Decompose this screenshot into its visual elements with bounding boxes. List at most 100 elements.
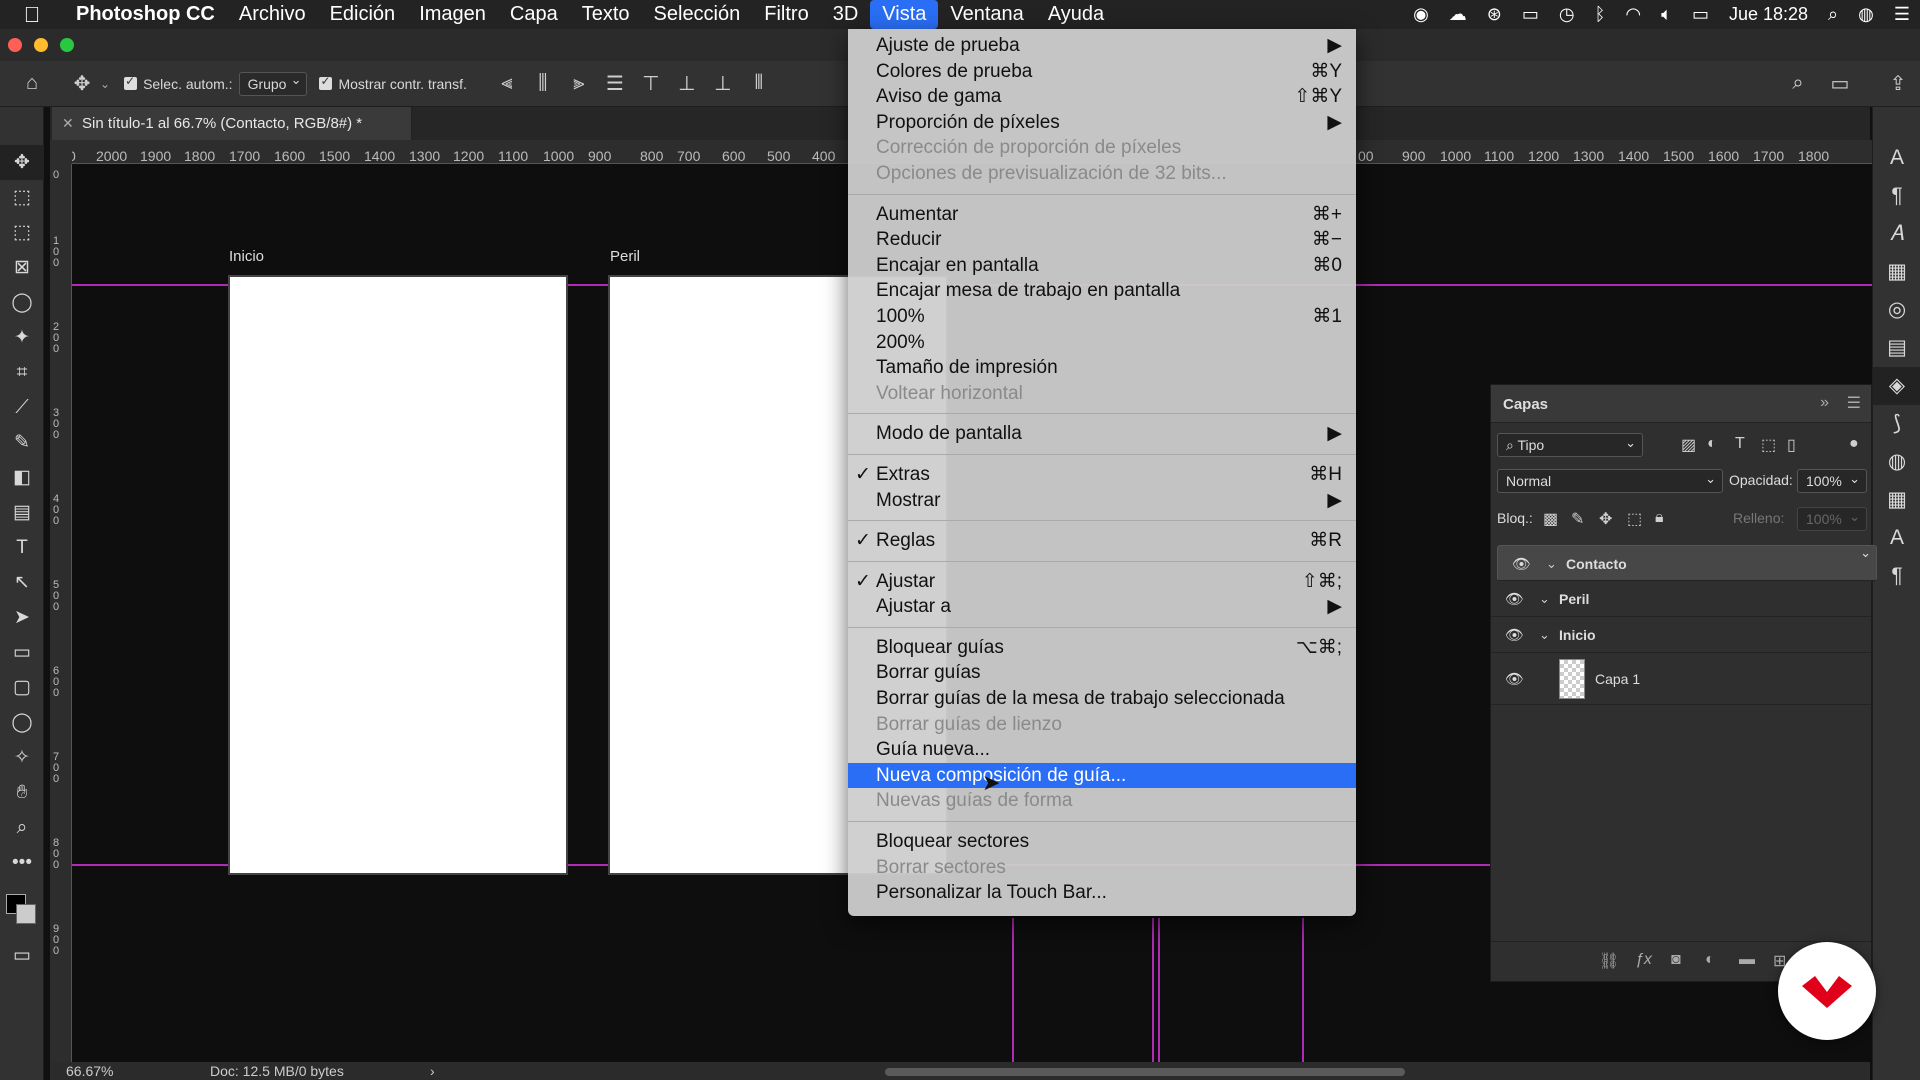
chevron-down-icon[interactable]: ⌄ [1539, 591, 1550, 607]
menu-item[interactable]: Bloquear guías ⌥⌘; [848, 635, 1356, 661]
blend-mode-dropdown[interactable]: Normal [1497, 468, 1723, 493]
color-panel-icon[interactable]: ◍ [1873, 443, 1920, 481]
panel-menu-icon[interactable]: ☰ [1847, 393, 1861, 413]
menu-archivo[interactable]: Archivo [227, 0, 318, 29]
guide-vertical[interactable] [1158, 918, 1160, 1064]
lock-transparency-icon[interactable]: ▩ [1543, 509, 1558, 529]
brush-tool-icon[interactable]: ✎ [0, 425, 44, 460]
character-styles-icon[interactable]: A [1873, 519, 1920, 557]
glyphs-panel-icon[interactable]: 𝐴 [1873, 215, 1920, 253]
wifi-icon[interactable]: ◠ [1615, 4, 1651, 25]
menu-item[interactable]: Modo de pantalla ▶ [848, 421, 1356, 447]
move-tool-icon[interactable]: ✥ [64, 71, 100, 96]
menu-item[interactable]: Ajuste de prueba ▶ [848, 33, 1356, 59]
layers-panel-title[interactable]: Capas [1503, 396, 1548, 413]
layer-group-contacto[interactable]: 👁︎ ⌄ Contacto [1497, 545, 1877, 581]
record-icon[interactable]: ◉ [1403, 4, 1439, 25]
layer-filter-dropdown[interactable]: ⌕ Tipo [1497, 432, 1643, 457]
move-tool-icon[interactable]: ✥ [0, 145, 44, 180]
frame-tool-icon[interactable]: ⊠ [0, 250, 44, 285]
align-middle-icon[interactable]: ⊥ [669, 71, 705, 96]
menu-item[interactable]: Ajustar a ▶ [848, 594, 1356, 620]
character-panel-icon[interactable]: A [1873, 139, 1920, 177]
close-window-button[interactable] [8, 38, 22, 52]
menu-item[interactable]: Colores de prueba ⌘Y [848, 59, 1356, 85]
menu-item[interactable]: Borrar guías de la mesa de trabajo selec… [848, 686, 1356, 712]
search-icon[interactable]: ⌕ [1780, 72, 1816, 95]
visibility-eye-icon[interactable]: 👁︎ [1505, 590, 1524, 608]
guide-vertical[interactable] [1302, 918, 1304, 1064]
chevron-down-icon[interactable]: ⌄ [1546, 556, 1557, 572]
menu-item[interactable]: Tamaño de impresión [848, 355, 1356, 381]
image-filter-icon[interactable]: ▨ [1681, 435, 1696, 455]
menu-item[interactable]: Borrar guías [848, 660, 1356, 686]
menu-filtro[interactable]: Filtro [752, 0, 820, 29]
zoom-readout[interactable]: 66.67% [66, 1062, 113, 1080]
libraries-panel-icon[interactable]: ▦ [1873, 253, 1920, 291]
guide-vertical[interactable] [1152, 918, 1154, 1064]
chevron-down-icon[interactable]: ⌄ [1539, 627, 1550, 643]
smart-object-filter-icon[interactable]: ▯ [1787, 435, 1796, 455]
eraser-tool-icon[interactable]: ◧ [0, 460, 44, 495]
layer-group-peril[interactable]: 👁︎ ⌄ Peril [1491, 581, 1871, 617]
background-color-swatch[interactable] [16, 904, 36, 924]
cloud-icon[interactable]: ☁ [1439, 4, 1477, 25]
menu-item[interactable]: 200% [848, 330, 1356, 356]
layers-panel-icon[interactable]: ◈ [1873, 367, 1920, 405]
crop-tool-icon[interactable]: ⌗ [0, 355, 44, 390]
lock-all-icon[interactable]: 🔒︎ [1655, 509, 1664, 527]
visibility-eye-icon[interactable]: 👁︎ [1505, 670, 1524, 688]
more-tools-icon[interactable]: ••• [0, 845, 44, 880]
fill-field[interactable]: 100% [1797, 506, 1867, 531]
ellipse-tool-icon[interactable]: ◯ [0, 705, 44, 740]
new-group-icon[interactable]: ▬ [1739, 951, 1755, 969]
menu-item[interactable]: Encajar mesa de trabajo en pantalla [848, 278, 1356, 304]
menu-item[interactable]: Personalizar la Touch Bar... [848, 880, 1356, 906]
menu-ventana[interactable]: Ventana [938, 0, 1035, 29]
align-bottom-icon[interactable]: ⊥ [705, 71, 741, 96]
marquee-tool-icon[interactable]: ⬚ [0, 215, 44, 250]
apple-icon[interactable]:  [0, 2, 64, 28]
rounded-rectangle-icon[interactable]: ▢ [0, 670, 44, 705]
auto-select-checkbox[interactable] [124, 74, 138, 90]
menu-seleccion[interactable]: Selección [642, 0, 753, 29]
lock-artboard-icon[interactable]: ⬚ [1627, 509, 1642, 529]
adjustment-layer-icon[interactable]: ◐ [1705, 951, 1715, 969]
menu-item[interactable]: Aviso de gama ⇧⌘Y [848, 84, 1356, 110]
hand-tool-icon[interactable]: ✋︎ [0, 775, 44, 810]
rectangle-tool-icon[interactable]: ▭ [0, 635, 44, 670]
menu-item[interactable]: Encajar en pantalla ⌘0 [848, 253, 1356, 279]
paragraph-styles-icon[interactable]: ¶ [1873, 557, 1920, 595]
type-tool-icon[interactable]: T [0, 530, 44, 565]
workspace-icon[interactable]: ▭ [1822, 71, 1858, 96]
display-icon[interactable]: ▭ [1512, 4, 1549, 25]
artboard-label-inicio[interactable]: Inicio [229, 248, 264, 265]
lock-pixels-icon[interactable]: ✎ [1571, 509, 1584, 529]
properties-panel-icon[interactable]: ▤ [1873, 329, 1920, 367]
battery-icon[interactable]: ▭ [1682, 4, 1719, 25]
color-swatches[interactable] [0, 880, 44, 938]
screen-mode-icon[interactable]: ▭ [0, 938, 44, 973]
link-layers-icon[interactable]: ⛓︎ [1599, 951, 1619, 971]
menu-item[interactable]: Bloquear sectores [848, 829, 1356, 855]
path-selection-icon[interactable]: ↖ [0, 565, 44, 600]
vertical-ruler[interactable]: 0 100 200 300 400 500 600 700 800 900 [50, 164, 72, 1064]
chevron-down-icon[interactable]: ⌄ [100, 77, 110, 91]
zoom-window-button[interactable] [60, 38, 74, 52]
shape-tool-icon[interactable]: ✧ [0, 740, 44, 775]
home-icon[interactable]: ⌂ [0, 72, 64, 95]
menu-item[interactable]: Proporción de píxeles ▶ [848, 110, 1356, 136]
layer-capa-1[interactable]: 👁︎ Capa 1 [1491, 653, 1871, 705]
opacity-field[interactable]: 100% [1797, 468, 1867, 493]
menu-ayuda[interactable]: Ayuda [1036, 0, 1116, 29]
menu-item[interactable]: ✓ Ajustar ⇧⌘; [848, 569, 1356, 595]
menu-imagen[interactable]: Imagen [407, 0, 498, 29]
menu-item[interactable]: Mostrar ▶ [848, 488, 1356, 514]
auto-select-dropdown[interactable]: Grupo [238, 71, 308, 96]
horizontal-scrollbar[interactable] [885, 1068, 1405, 1076]
menu-app[interactable]: Photoshop CC [64, 0, 227, 29]
creative-cloud-icon[interactable]: ⊛ [1477, 4, 1512, 25]
menu-capa[interactable]: Capa [498, 0, 570, 29]
align-center-icon[interactable]: ⫼ [525, 72, 561, 95]
menu-item[interactable]: Aumentar ⌘+ [848, 202, 1356, 228]
